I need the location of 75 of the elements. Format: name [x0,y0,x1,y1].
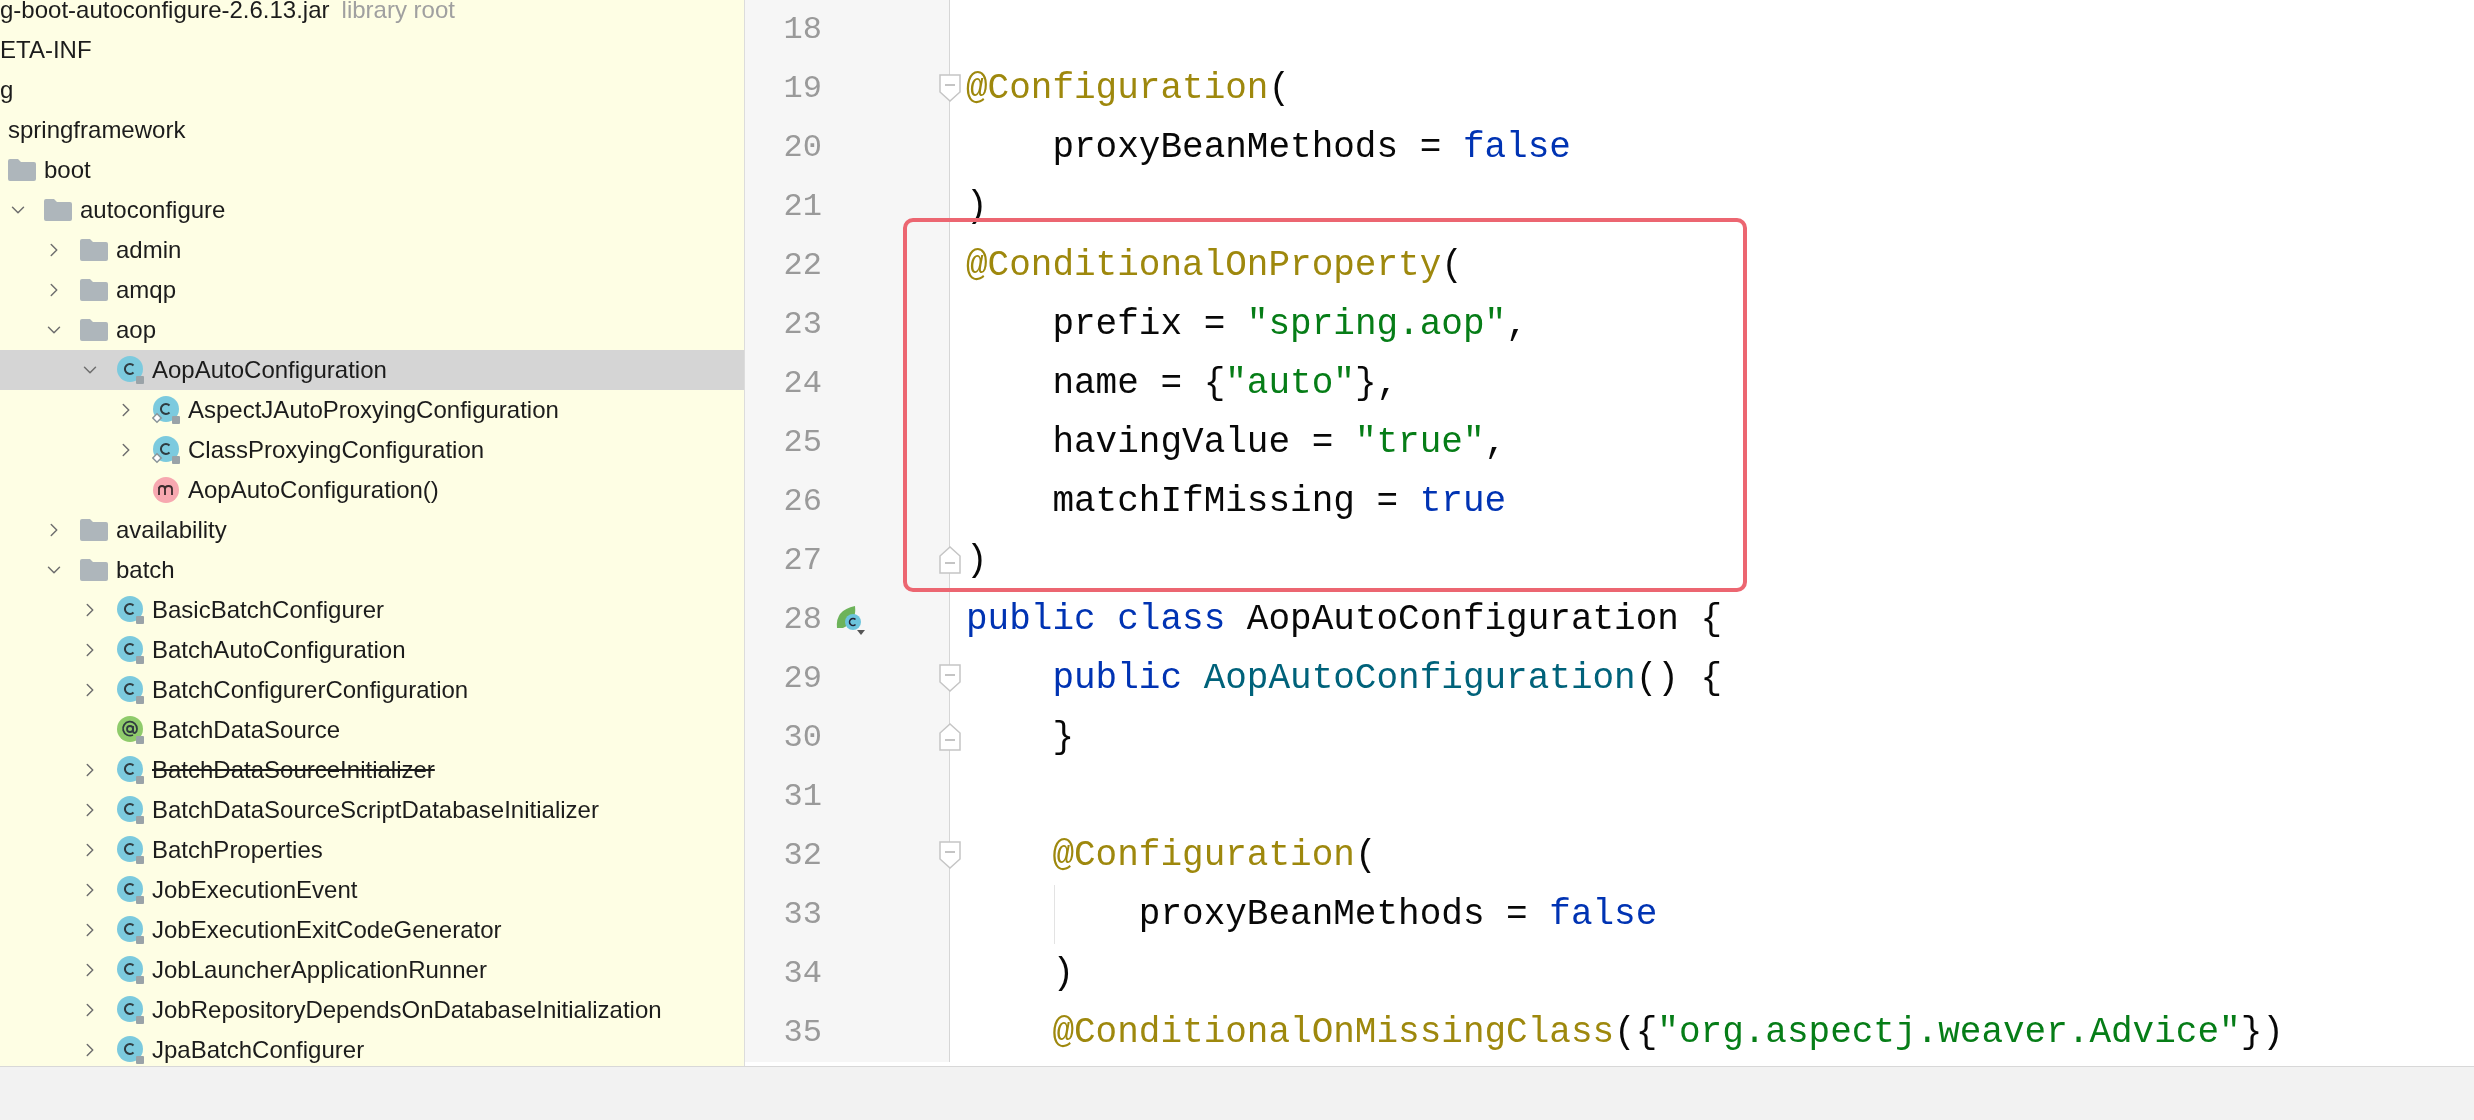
line-number: 29 [782,658,822,699]
tree-item[interactable]: BatchProperties [0,830,744,870]
tree-item[interactable]: AopAutoConfiguration() [0,470,744,510]
line-number: 33 [782,894,822,935]
tree-item[interactable]: springframework [0,110,744,150]
code-line: proxyBeanMethods = false [1137,896,1658,933]
tree-item[interactable]: BatchConfigurerConfiguration [0,670,744,710]
folder-icon [80,279,108,301]
line-number: 27 [782,540,822,581]
tree-item[interactable]: admin [0,230,744,270]
code-line: havingValue = "true", [1051,424,1507,461]
fold-marker-icon[interactable] [939,664,961,692]
code-line: matchIfMissing = true [1051,483,1507,520]
code-line: ) [1051,955,1075,992]
code-line: } [1051,719,1075,756]
tree-item[interactable]: BatchDataSourceScriptDatabaseInitializer [0,790,744,830]
tree-item[interactable]: BatchAutoConfiguration [0,630,744,670]
line-number: 26 [782,481,822,522]
line-number: 28 [782,599,822,640]
tree-item[interactable]: JpaBatchConfigurer [0,1030,744,1066]
tree-item[interactable]: JobLauncherApplicationRunner [0,950,744,990]
tree-item[interactable]: AopAutoConfiguration [0,350,744,390]
library-root-note: library root [341,0,455,22]
tree-item[interactable]: g [0,70,744,110]
line-number: 20 [782,127,822,168]
tree-item[interactable]: JobExecutionEvent [0,870,744,910]
tree-item[interactable]: autoconfigure [0,190,744,230]
code-line: public class AopAutoConfiguration { [966,601,1723,638]
code-line: public AopAutoConfiguration() { [1051,660,1723,697]
tree-item[interactable]: amqp [0,270,744,310]
method-icon [152,476,180,504]
line-number: 30 [782,717,822,758]
line-number: 22 [782,245,822,286]
code-line: ) [966,542,988,579]
tree-item[interactable]: ClassProxyingConfiguration [0,430,744,470]
tree-item[interactable]: boot [0,150,744,190]
tree-item[interactable]: aop [0,310,744,350]
code-line: @ConditionalOnMissingClass({"org.aspectj.weaver.Advice"}) [1051,1014,2284,1051]
tree-item[interactable]: JobExecutionExitCodeGenerator [0,910,744,950]
code-line: prefix = "spring.aop", [1051,306,1528,343]
line-number: 24 [782,363,822,404]
tree-item[interactable]: BasicBatchConfigurer [0,590,744,630]
tree-item[interactable]: AspectJAutoProxyingConfiguration [0,390,744,430]
code-line: @Configuration( [1051,837,1377,874]
line-number: 34 [782,953,822,994]
code-line: name = {"auto"}, [1051,365,1399,402]
code-line: proxyBeanMethods = false [1051,129,1571,166]
tree-item[interactable]: availability [0,510,744,550]
tree-item[interactable]: BatchDataSource [0,710,744,750]
line-number: 31 [782,776,822,817]
folder-icon [44,199,72,221]
fold-marker-icon[interactable] [939,74,961,102]
tree-item[interactable]: batch [0,550,744,590]
line-number: 19 [782,68,822,109]
line-number: 32 [782,835,822,876]
tree-item[interactable]: JobRepositoryDependsOnDatabaseInitialization [0,990,744,1030]
folder-icon [80,559,108,581]
line-number: 35 [782,1012,822,1053]
line-number: 23 [782,304,822,345]
folder-icon [80,319,108,341]
code-line: @Configuration( [966,70,1291,107]
tree-item[interactable]: g-boot-autoconfigure-2.6.13.jar library root [0,0,744,30]
fold-marker-icon[interactable] [939,841,961,869]
line-number: 18 [782,9,822,50]
folder-icon [80,239,108,261]
fold-marker-icon[interactable] [939,546,961,574]
annotation-icon [116,715,146,745]
line-number: 21 [782,186,822,227]
fold-marker-icon[interactable] [939,723,961,751]
folder-icon [8,159,36,181]
tree-item[interactable]: BatchDataSourceInitializer [0,750,744,790]
code-line: @ConditionalOnProperty( [966,247,1463,284]
tree-item[interactable]: ETA-INF [0,30,744,70]
line-number: 25 [782,422,822,463]
folder-icon [80,519,108,541]
